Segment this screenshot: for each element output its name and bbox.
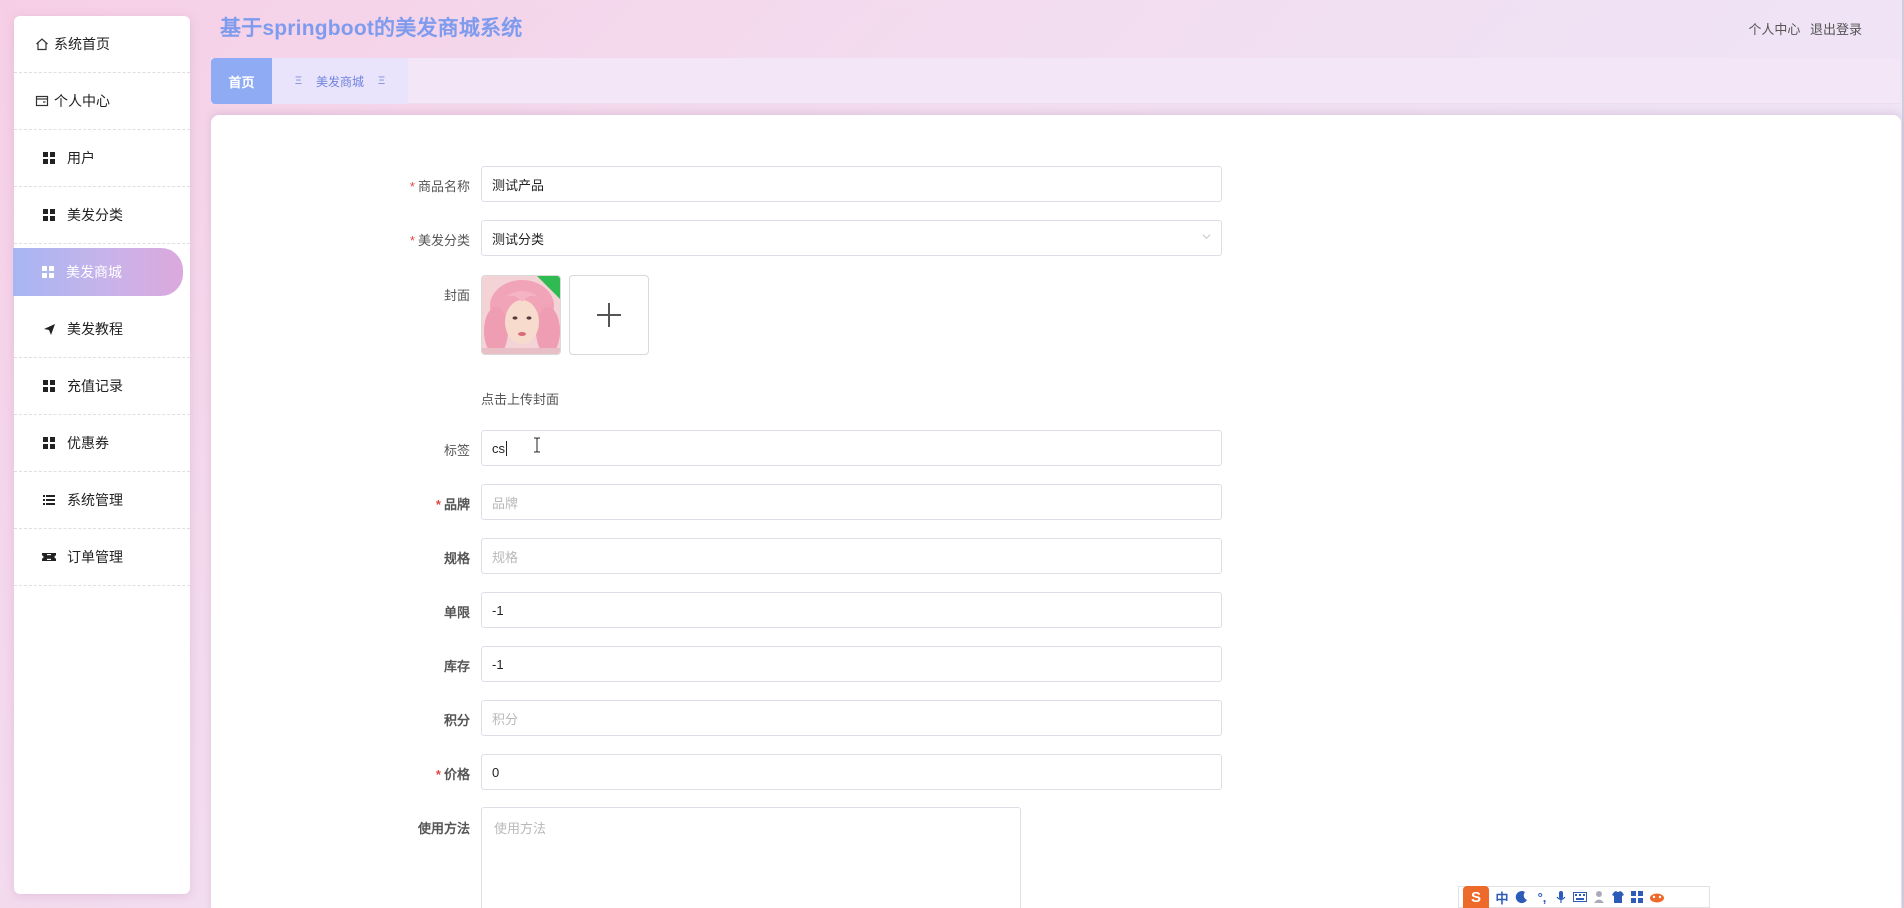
- text-caret: [506, 440, 507, 456]
- category-select[interactable]: 测试分类: [481, 220, 1222, 256]
- tab-hair-mall[interactable]: Ξ 美发商城 Ξ: [272, 58, 408, 104]
- sidebar-item-label: 系统管理: [67, 492, 123, 508]
- list-icon: [41, 492, 57, 508]
- brand-input[interactable]: 品牌: [481, 484, 1222, 520]
- site-title: 基于springboot的美发商城系统: [220, 17, 523, 40]
- name-label: * 商品名称: [409, 179, 470, 194]
- points-label: 积分: [443, 713, 470, 728]
- required-mark: *: [409, 179, 415, 194]
- ticket-icon: [41, 549, 57, 565]
- stock-label: 库存: [443, 659, 470, 674]
- ime-toolbar: S 中 °,: [1458, 886, 1710, 908]
- chevron-down-icon: [1202, 234, 1211, 239]
- sidebar-item-label: 美发分类: [67, 207, 123, 223]
- sidebar: 系统首页 个人中心 用户 美发分类 美发商城 美发教程 充值记录 优惠券 系统管…: [13, 16, 190, 894]
- sidebar-item-label: 个人中心: [54, 93, 110, 109]
- sidebar-item-label: 用户: [67, 150, 95, 166]
- tab-home[interactable]: 首页: [211, 58, 272, 104]
- cover-label: 封面: [443, 288, 470, 303]
- sidebar-item-tutorial[interactable]: 美发教程: [14, 301, 190, 358]
- grid-icon: [41, 207, 57, 223]
- price-input[interactable]: 0: [481, 754, 1222, 790]
- stock-input[interactable]: -1: [481, 646, 1222, 682]
- upload-hint: 点击上传封面: [481, 392, 560, 407]
- sidebar-item-label: 订单管理: [67, 549, 123, 565]
- sidebar-item-recharge[interactable]: 充值记录: [14, 358, 190, 415]
- sidebar-item-profile[interactable]: 个人中心: [14, 73, 190, 130]
- sidebar-item-hair-category[interactable]: 美发分类: [14, 187, 190, 244]
- ibeam-cursor-icon: [534, 437, 540, 453]
- tag-value: cs: [492, 440, 505, 456]
- keyboard-icon[interactable]: [1573, 891, 1587, 903]
- ime-punct-toggle[interactable]: °,: [1535, 890, 1549, 905]
- limit-input[interactable]: -1: [481, 592, 1222, 628]
- price-label: * 价格: [435, 767, 470, 782]
- points-input[interactable]: 积分: [481, 700, 1222, 736]
- grid-icon: [41, 435, 57, 451]
- user-icon[interactable]: [1593, 890, 1605, 904]
- tab-label: 美发商城: [315, 74, 364, 89]
- grid-icon: [40, 264, 56, 280]
- profile-icon: [34, 93, 50, 109]
- mascot-icon[interactable]: [1649, 891, 1665, 903]
- skin-icon[interactable]: [1611, 890, 1625, 904]
- moon-icon[interactable]: [1515, 890, 1529, 904]
- spec-label: 规格: [443, 551, 470, 566]
- sidebar-item-label: 美发商城: [66, 264, 122, 280]
- upload-cover-button[interactable]: [569, 275, 649, 355]
- required-mark: *: [409, 233, 415, 248]
- toolbox-icon[interactable]: [1631, 891, 1643, 903]
- name-input[interactable]: 测试产品: [481, 166, 1222, 202]
- sidebar-item-orders[interactable]: 订单管理: [14, 529, 190, 586]
- sidebar-item-label: 美发教程: [67, 321, 123, 337]
- usage-textarea[interactable]: 使用方法: [481, 807, 1021, 908]
- ime-mode-toggle[interactable]: 中: [1495, 888, 1509, 907]
- sidebar-item-label: 充值记录: [67, 378, 123, 394]
- sidebar-item-system[interactable]: 系统管理: [14, 472, 190, 529]
- required-mark: *: [435, 497, 441, 512]
- tag-input[interactable]: cs: [481, 430, 1222, 466]
- sidebar-item-label: 优惠券: [67, 435, 109, 451]
- required-mark: *: [435, 767, 441, 782]
- limit-label: 单限: [443, 605, 470, 620]
- sidebar-item-home[interactable]: 系统首页: [14, 16, 190, 73]
- grid-icon: [41, 378, 57, 394]
- plus-icon: [597, 303, 621, 327]
- tab-menu-icon: Ξ: [294, 75, 302, 87]
- tabs-bar: 首页 Ξ 美发商城 Ξ: [211, 58, 1900, 104]
- tag-label: 标签: [443, 443, 470, 458]
- sidebar-item-users[interactable]: 用户: [14, 130, 190, 187]
- brand-label: * 品牌: [435, 497, 470, 512]
- category-value: 测试分类: [492, 231, 545, 247]
- sidebar-item-coupon[interactable]: 优惠券: [14, 415, 190, 472]
- main-form: *商品名称 测试产品 *美发分类 测试分类 封面 点击上传封面 标签 cs: [211, 115, 1901, 908]
- sidebar-item-hair-mall[interactable]: 美发商城: [13, 248, 183, 296]
- send-icon: [41, 321, 57, 337]
- tab-menu-icon: Ξ: [378, 75, 386, 87]
- sidebar-item-label: 系统首页: [54, 36, 110, 52]
- top-links: 个人中心 退出登录: [1742, 19, 1862, 38]
- ime-logo-icon[interactable]: S: [1463, 886, 1489, 908]
- grid-icon: [41, 150, 57, 166]
- cover-image[interactable]: [481, 275, 561, 355]
- logout-link[interactable]: 退出登录: [1810, 22, 1862, 37]
- profile-link[interactable]: 个人中心: [1748, 22, 1800, 37]
- spec-input[interactable]: 规格: [481, 538, 1222, 574]
- microphone-icon[interactable]: [1555, 890, 1567, 904]
- category-label: * 美发分类: [409, 233, 470, 248]
- home-icon: [34, 36, 50, 52]
- usage-label: 使用方法: [417, 821, 470, 836]
